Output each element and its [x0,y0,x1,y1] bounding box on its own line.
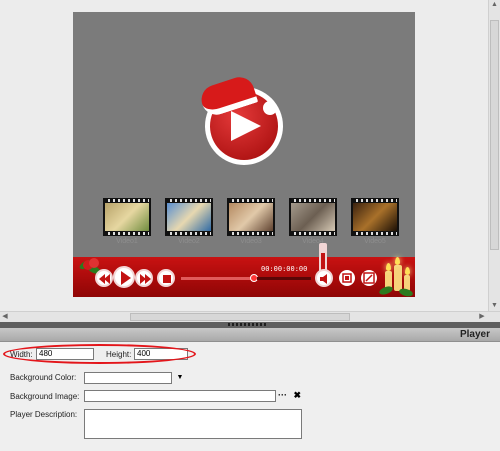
video-thumbnail[interactable]: Video2 [165,198,213,248]
video-player-preview: Video1 Video2 Video3 Video4 Video5 00:00:00:… [73,12,415,298]
height-input[interactable]: 400 [134,348,188,360]
properties-panel: Width: 480 Height: 400 Background Color:… [0,342,500,451]
thumbnail-label: Video1 [116,238,138,245]
previous-button[interactable] [95,269,113,287]
scroll-right-arrow-icon[interactable]: ▶ [477,312,487,322]
video-thumbnail[interactable]: Video4 [289,198,337,248]
horizontal-scroll-thumb[interactable] [130,313,350,321]
thumbnail-label: Video4 [302,238,324,245]
speaker-icon [320,274,327,284]
thumbnail-label: Video2 [178,238,200,245]
vertical-scrollbar[interactable]: ▲ ▼ [488,0,500,311]
skip-back-icon [99,274,110,284]
fullscreen-button[interactable] [361,270,377,286]
splitter-grip[interactable] [228,323,266,326]
height-label: Height: [106,350,132,359]
next-button[interactable] [135,269,153,287]
preview-canvas: Video1 Video2 Video3 Video4 Video5 00:00:00:… [0,0,488,311]
width-input[interactable]: 480 [36,348,94,360]
video-thumbnail-strip: Video1 Video2 Video3 Video4 Video5 [103,198,403,248]
big-play-button[interactable] [197,73,283,165]
thumbnail-image [167,203,211,231]
play-button[interactable] [113,266,135,288]
seek-bar-remaining [257,277,311,280]
vertical-scroll-thumb[interactable] [490,20,499,250]
background-image-input[interactable] [84,390,276,402]
scroll-up-arrow-icon[interactable]: ▲ [490,0,499,10]
play-icon [121,271,131,285]
chevron-down-icon[interactable]: ▼ [174,372,186,384]
timecode-display: 00:00:00:00 [261,265,308,273]
player-description-label: Player Description: [10,410,78,419]
thumbnail-image [105,203,149,231]
video-thumbnail[interactable]: Video1 [103,198,151,248]
playlist-button[interactable] [339,270,355,286]
browse-button[interactable]: ··· [278,390,287,400]
panel-title: Player [459,329,490,340]
video-thumbnail[interactable]: Video5 [351,198,399,248]
stop-button[interactable] [157,269,175,287]
background-image-label: Background Image: [10,392,80,401]
thumbnail-image [291,203,335,231]
volume-button[interactable] [315,269,333,287]
stop-icon [163,275,171,283]
playlist-icon [342,273,352,283]
thumbnail-label: Video5 [364,238,386,245]
background-color-select[interactable] [84,372,172,384]
seek-bar[interactable] [181,274,258,282]
scroll-down-arrow-icon[interactable]: ▼ [490,301,499,311]
video-thumbnail[interactable]: Video3 [227,198,275,248]
player-description-textarea[interactable] [84,409,302,439]
horizontal-scrollbar[interactable]: ◀ ▶ [0,311,500,322]
thumbnail-label: Video3 [240,238,262,245]
thumbnail-image [229,203,273,231]
background-color-label: Background Color: [10,373,77,382]
fullscreen-icon [363,272,375,284]
width-label: Width: [10,350,33,359]
player-control-bar: 00:00:00:00 [73,243,415,298]
clear-button[interactable]: ✖ [294,390,302,400]
properties-panel-header: Player [0,328,500,342]
scroll-left-arrow-icon[interactable]: ◀ [0,312,10,322]
play-icon [231,111,261,141]
skip-forward-icon [140,274,151,284]
thumbnail-image [353,203,397,231]
